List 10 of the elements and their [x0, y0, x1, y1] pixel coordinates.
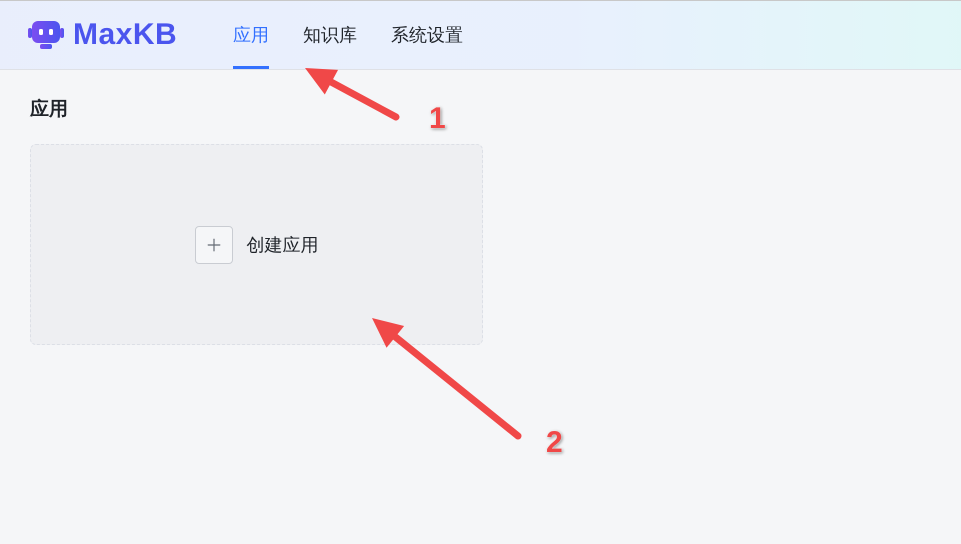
logo-text: MaxKB — [73, 18, 178, 52]
nav-tab[interactable]: 系统设置 — [391, 1, 464, 69]
nav-tab[interactable]: 应用 — [233, 1, 270, 69]
page-title: 应用 — [30, 97, 68, 122]
robot-logo-icon — [28, 20, 64, 50]
annotation-number: 2 — [546, 426, 563, 460]
create-app-card[interactable]: 创建应用 — [30, 144, 483, 345]
plus-icon — [194, 226, 232, 264]
nav-tab[interactable]: 知识库 — [303, 1, 358, 69]
annotation-number: 1 — [429, 102, 446, 136]
